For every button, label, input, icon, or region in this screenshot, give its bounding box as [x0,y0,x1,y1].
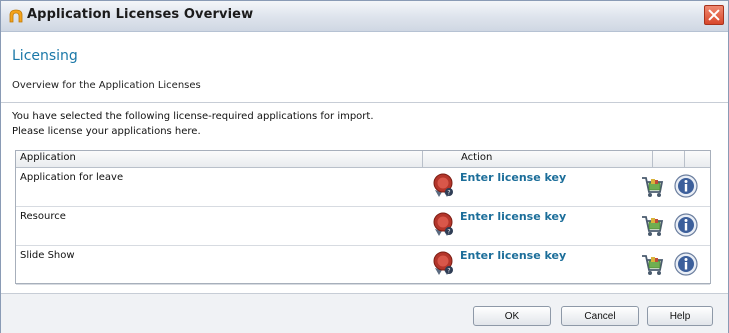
dialog-header: Licensing Overview for the Application L… [1,32,728,103]
column-divider[interactable] [684,151,685,167]
window-title: Application Licenses Overview [27,7,254,22]
column-header-application[interactable]: Application [20,152,76,163]
license-dialog: Application Licenses Overview Licensing … [0,0,729,333]
page-title: Licensing [12,48,78,64]
enter-license-key-link[interactable]: Enter license key [460,210,566,223]
info-icon[interactable] [673,212,699,238]
column-divider[interactable] [422,151,423,167]
info-icon[interactable] [673,251,699,277]
column-header-action[interactable]: Action [461,152,492,163]
dialog-footer: OK Cancel Help [1,293,728,333]
application-name: Application for leave [20,172,124,183]
instruction-line-1: You have selected the following license-… [12,111,374,122]
table-row[interactable]: Slide Show ? Enter license key [16,246,710,285]
ok-button[interactable]: OK [473,306,551,326]
page-subtitle: Overview for the Application Licenses [12,80,201,91]
application-name: Slide Show [20,250,75,261]
app-arch-icon [9,9,23,23]
table-row[interactable]: Resource ? Enter license key [16,207,710,246]
table-row[interactable]: Application for leave ? Enter license ke… [16,168,710,207]
instruction-line-2: Please license your applications here. [12,126,201,137]
close-icon[interactable] [704,5,724,25]
svg-text:?: ? [447,268,450,275]
enter-license-key-link[interactable]: Enter license key [460,249,566,262]
shopping-cart-icon[interactable] [640,173,664,199]
license-seal-icon: ? [433,251,453,275]
license-seal-icon: ? [433,212,453,236]
shopping-cart-icon[interactable] [640,251,664,277]
application-name: Resource [20,211,66,222]
svg-text:?: ? [447,190,450,197]
grid-header: Application Action [16,151,710,168]
title-bar[interactable]: Application Licenses Overview [1,1,728,32]
license-grid: Application Action Application for leave… [15,150,711,285]
svg-text:?: ? [447,229,450,236]
help-button[interactable]: Help [647,306,713,326]
license-seal-icon: ? [433,173,453,197]
info-icon[interactable] [673,173,699,199]
enter-license-key-link[interactable]: Enter license key [460,171,566,184]
cancel-button[interactable]: Cancel [561,306,639,326]
column-divider[interactable] [652,151,653,167]
shopping-cart-icon[interactable] [640,212,664,238]
